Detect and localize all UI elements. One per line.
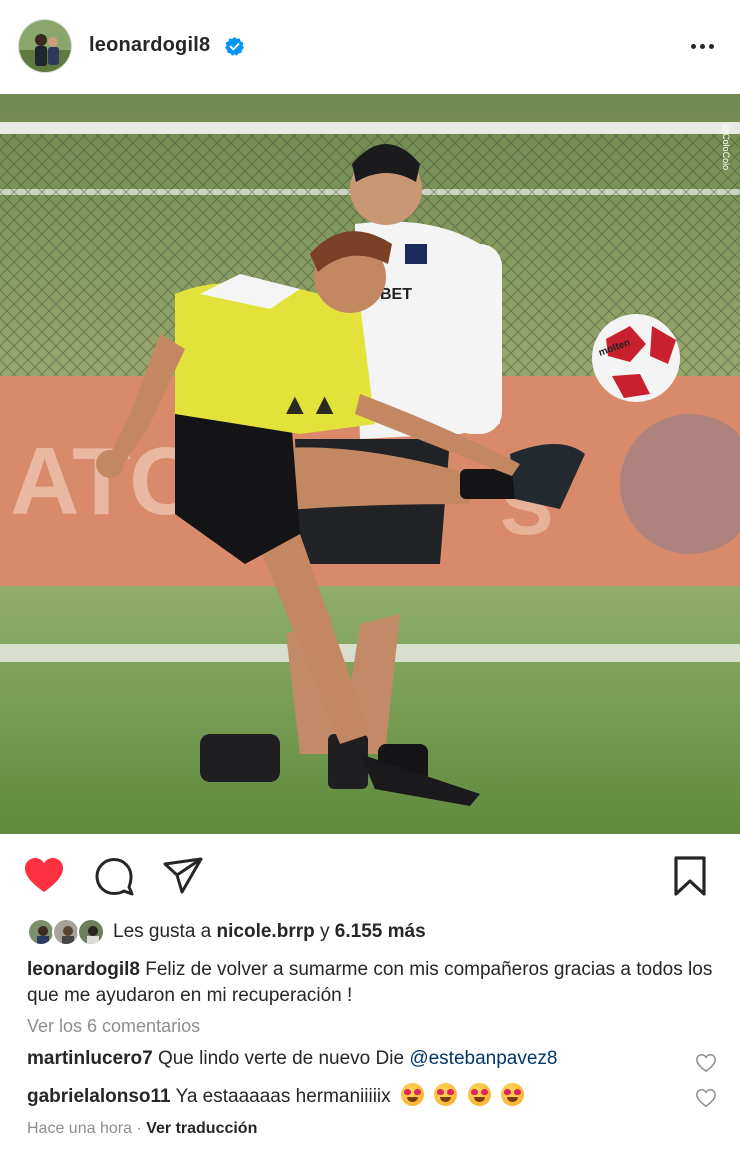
post-footer: Hace una hora · Ver traducción bbox=[27, 1120, 257, 1138]
footer-separator: · bbox=[136, 1120, 142, 1137]
heart-eyes-emoji-icon bbox=[467, 1083, 491, 1106]
post-author-username[interactable]: leonardogil8 bbox=[89, 34, 210, 57]
likes-text: Les gusta a nicole.brrp y 6.155 más bbox=[113, 921, 426, 942]
liker-avatar bbox=[52, 918, 80, 946]
comment-row: martinlucero7 Que lindo verte de nuevo D… bbox=[27, 1048, 717, 1076]
send-icon[interactable] bbox=[161, 854, 205, 898]
liker-username[interactable]: nicole.brrp bbox=[217, 921, 315, 942]
like-comment-heart-icon[interactable] bbox=[695, 1087, 717, 1109]
comment-icon[interactable] bbox=[92, 854, 136, 898]
heart-eyes-emoji-icon bbox=[434, 1083, 458, 1106]
see-translation-link[interactable]: Ver traducción bbox=[146, 1120, 257, 1137]
view-all-comments-link[interactable]: Ver los 6 comentarios bbox=[27, 1016, 200, 1037]
post-header: leonardogil8 bbox=[0, 0, 740, 92]
liker-avatar bbox=[27, 918, 55, 946]
svg-text:ATO: ATO bbox=[10, 428, 204, 535]
comment-row: gabrielalonso11 Ya estaaaaas hermaniiiii… bbox=[27, 1083, 717, 1111]
likes-count[interactable]: 6.155 más bbox=[335, 921, 426, 942]
more-options-icon[interactable] bbox=[682, 30, 722, 62]
post-timestamp: Hace una hora bbox=[27, 1120, 132, 1137]
verified-badge-icon bbox=[225, 37, 244, 56]
svg-text:@ColoColo: @ColoColo bbox=[721, 124, 731, 170]
soccer-ball: molten bbox=[592, 314, 680, 402]
comment-mention[interactable]: @estebanpavez8 bbox=[409, 1048, 557, 1069]
bookmark-icon[interactable] bbox=[668, 854, 712, 898]
svg-text:▲▲: ▲▲ bbox=[280, 388, 339, 421]
profile-avatar[interactable] bbox=[18, 19, 72, 73]
comment-text: Ya estaaaaas hermaniiiiix bbox=[175, 1086, 391, 1107]
like-comment-heart-icon[interactable] bbox=[695, 1052, 717, 1074]
comment-username[interactable]: gabrielalonso11 bbox=[27, 1086, 171, 1107]
heart-eyes-emoji-icon bbox=[400, 1083, 424, 1106]
liker-avatar bbox=[77, 918, 105, 946]
liker-avatars bbox=[27, 915, 107, 949]
likes-summary[interactable]: Les gusta a nicole.brrp y 6.155 más bbox=[27, 915, 426, 949]
svg-text:BET: BET bbox=[380, 286, 412, 303]
caption-username[interactable]: leonardogil8 bbox=[27, 959, 140, 980]
comment-username[interactable]: martinlucero7 bbox=[27, 1048, 153, 1069]
comment-text: Que lindo verte de nuevo Die bbox=[157, 1048, 405, 1069]
post-caption: leonardogil8 Feliz de volver a sumarme c… bbox=[27, 957, 717, 1009]
heart-eyes-emoji-icon bbox=[500, 1083, 524, 1106]
post-image[interactable]: ATO S @ColoColo BET ▲▲ molten bbox=[0, 94, 740, 834]
heart-filled-icon[interactable] bbox=[22, 854, 66, 898]
post-actions-bar bbox=[0, 850, 740, 900]
